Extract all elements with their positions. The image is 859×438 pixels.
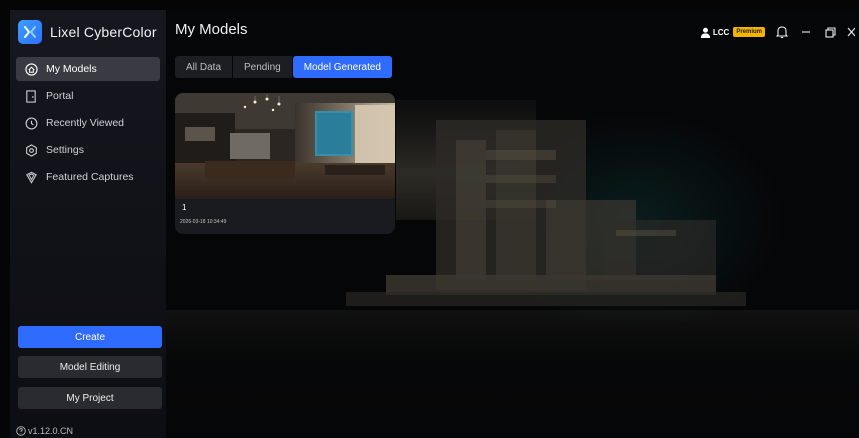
restore-icon[interactable]	[823, 25, 837, 39]
help-icon[interactable]	[16, 426, 26, 436]
bell-icon[interactable]	[775, 25, 789, 39]
close-icon[interactable]	[847, 25, 855, 39]
brand: Lixel CyberColor	[18, 20, 157, 44]
sidebar-item-featured-captures[interactable]: Featured Captures	[16, 165, 160, 189]
sidebar-item-label: Featured Captures	[46, 171, 134, 183]
sidebar-item-recently-viewed[interactable]: Recently Viewed	[16, 111, 160, 135]
sidebar-item-settings[interactable]: Settings	[16, 138, 160, 162]
filter-tabs: All Data Pending Model Generated	[175, 56, 393, 80]
app-name: Lixel CyberColor	[50, 24, 157, 40]
create-button[interactable]: Create	[18, 326, 162, 348]
sidebar-item-label: Recently Viewed	[46, 117, 125, 129]
app-logo-icon	[18, 20, 42, 44]
background-water	[166, 310, 859, 438]
model-editing-button[interactable]: Model Editing	[18, 356, 162, 378]
tab-pending[interactable]: Pending	[233, 56, 292, 78]
shield-icon	[24, 170, 38, 184]
my-project-button[interactable]: My Project	[18, 387, 162, 409]
sidebar-item-portal[interactable]: Portal	[16, 84, 160, 108]
sidebar: Lixel CyberColor My Models Portal Recent…	[10, 10, 166, 438]
tab-model-generated[interactable]: Model Generated	[292, 56, 392, 78]
sidebar-item-label: Portal	[46, 90, 74, 102]
home-icon	[24, 62, 38, 76]
model-date: 2026-03-18 10:34:49	[180, 219, 227, 225]
title-bar-controls: LCC Premium	[700, 22, 855, 42]
sidebar-item-my-models[interactable]: My Models	[16, 57, 160, 81]
sidebar-item-label: Settings	[46, 144, 84, 156]
clock-icon	[24, 116, 38, 130]
tab-all-data[interactable]: All Data	[175, 56, 233, 78]
sidebar-item-label: My Models	[46, 63, 97, 75]
main-area: My Models LCC Premium All Data Pending M…	[166, 10, 859, 438]
gear-icon	[24, 143, 38, 157]
sidebar-nav: My Models Portal Recently Viewed Setting…	[16, 57, 160, 192]
user-icon	[700, 27, 711, 38]
model-thumbnail	[175, 93, 395, 199]
version-label: v1.12.0.CN	[28, 426, 74, 436]
model-card[interactable]: 1 2026-03-18 10:34:49	[175, 93, 395, 234]
user-name: LCC	[712, 27, 730, 37]
version-info: v1.12.0.CN	[16, 426, 73, 436]
user-menu[interactable]: LCC Premium	[700, 27, 765, 38]
portal-icon	[24, 89, 38, 103]
model-name: 1	[182, 203, 187, 212]
minimize-icon[interactable]	[799, 25, 813, 39]
premium-badge: Premium	[733, 27, 765, 37]
page-title: My Models	[175, 21, 248, 38]
